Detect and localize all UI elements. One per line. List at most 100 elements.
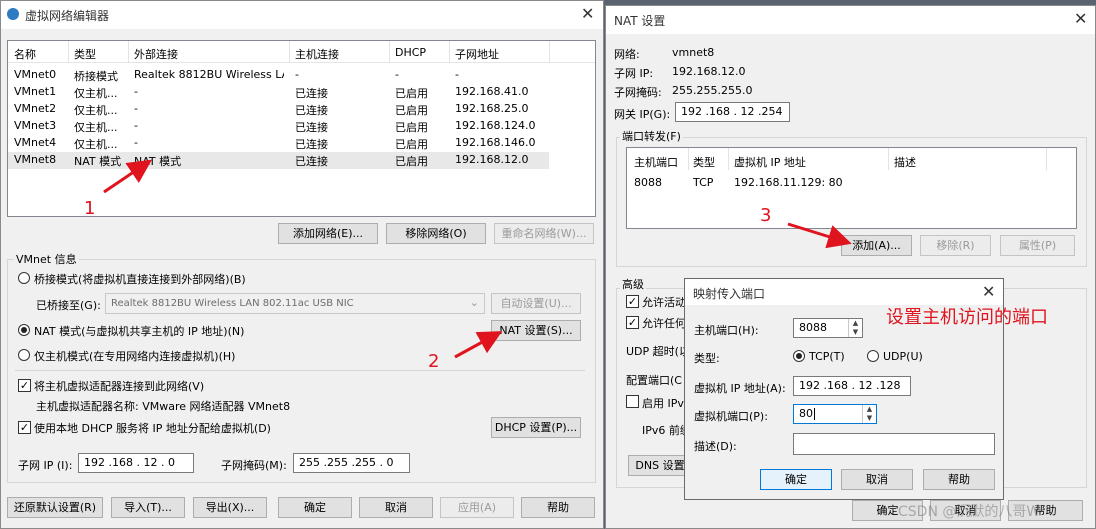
network-list[interactable]: 名称 类型 外部连接 主机连接 DHCP 子网地址 VMnet0 桥接模式 Re… — [7, 40, 596, 217]
bridge-mode-radio[interactable] — [18, 272, 30, 284]
subnet-ip-label: 子网 IP (I): — [18, 459, 73, 472]
host-port-label: 主机端口(H): — [694, 324, 759, 337]
row-cell: 已连接 — [295, 121, 328, 134]
spin-up-icon[interactable]: ▲ — [863, 405, 876, 414]
row-cell: Realtek 8812BU Wireless LA... — [134, 68, 284, 81]
import-button[interactable]: 导入(T)... — [111, 497, 185, 518]
vm-port-spinner[interactable]: ▲ ▼ — [862, 405, 876, 423]
port-forwarding-list[interactable]: 主机端口 类型 虚拟机 IP 地址 描述 8088 TCP 192.168.11… — [626, 147, 1077, 229]
table-row[interactable]: VMnet1 仅主机... - 已连接 已启用 192.168.41.0 — [8, 84, 595, 101]
row-cell: - — [134, 85, 138, 98]
row-cell: 已启用 — [395, 121, 428, 134]
subnet-mask-input[interactable]: 255 .255 .255 . 0 — [293, 453, 410, 473]
bridged-to-label: 已桥接至(G): — [36, 299, 101, 312]
nat-settings-button[interactable]: NAT 设置(S)... — [491, 320, 581, 341]
apply-button[interactable]: 应用(A) — [440, 497, 514, 518]
column-header-dhcp[interactable]: DHCP — [395, 46, 426, 59]
dns-settings-button[interactable]: DNS 设置 — [628, 455, 692, 476]
row-cell: VMnet1 — [14, 85, 57, 98]
vmnet-info-title: VMnet 信息 — [14, 251, 79, 267]
virtual-network-editor-window: 虚拟网络编辑器 ✕ 名称 类型 外部连接 主机连接 DHCP 子网地址 VMne… — [0, 0, 604, 529]
host-only-radio[interactable] — [18, 349, 30, 361]
table-row[interactable]: 8088 TCP 192.168.11.129: 80 — [627, 175, 1076, 192]
column-header-host-port[interactable]: 主机端口 — [634, 154, 678, 170]
restore-defaults-button[interactable]: 还原默认设置(R) — [7, 497, 103, 518]
host-port-input[interactable]: 8088 ▲ ▼ — [793, 318, 863, 338]
remove-network-button[interactable]: 移除网络(O) — [386, 223, 486, 244]
vm-port-value: 80 — [799, 407, 813, 420]
mapping-cancel-button[interactable]: 取消 — [841, 469, 913, 490]
auto-settings-button[interactable]: 自动设置(U)... — [491, 293, 581, 314]
tcp-radio[interactable] — [793, 350, 805, 362]
table-row[interactable]: VMnet0 桥接模式 Realtek 8812BU Wireless LA..… — [8, 67, 595, 84]
table-row[interactable]: VMnet4 仅主机... - 已连接 已启用 192.168.146.0 — [8, 135, 595, 152]
spin-up-icon[interactable]: ▲ — [849, 319, 862, 328]
row-cell: - — [295, 68, 299, 81]
row-cell: 192.168.11.129: 80 — [734, 176, 843, 189]
row-cell: - — [134, 119, 138, 132]
row-cell: VMnet2 — [14, 102, 57, 115]
nat-mode-radio[interactable] — [18, 324, 30, 336]
column-header-type[interactable]: 类型 — [693, 154, 715, 170]
vm-port-input[interactable]: 80 ▲ ▼ — [793, 404, 877, 424]
properties-button[interactable]: 属性(P) — [1000, 235, 1075, 256]
enable-ipv6-checkbox[interactable] — [626, 395, 639, 408]
network-list-header: 名称 类型 外部连接 主机连接 DHCP 子网地址 — [8, 41, 595, 63]
column-header-type[interactable]: 类型 — [74, 46, 96, 62]
help-button[interactable]: 帮助 — [521, 497, 595, 518]
udp-radio[interactable] — [867, 350, 879, 362]
table-row[interactable]: VMnet2 仅主机... - 已连接 已启用 192.168.25.0 — [8, 101, 595, 118]
dhcp-settings-button[interactable]: DHCP 设置(P)... — [491, 417, 581, 438]
spin-down-icon[interactable]: ▼ — [863, 414, 876, 423]
mapping-help-button[interactable]: 帮助 — [923, 469, 995, 490]
column-header-name[interactable]: 名称 — [14, 46, 36, 62]
network-app-icon — [7, 8, 19, 20]
nat-subnet-mask-value: 255.255.255.0 — [672, 84, 753, 97]
add-port-button[interactable]: 添加(A)... — [841, 235, 912, 256]
row-cell: 192.168.146.0 — [455, 136, 536, 149]
gateway-label: 网关 IP(G): — [614, 108, 671, 121]
connect-adapter-checkbox[interactable]: ✓ — [18, 379, 31, 392]
cancel-button[interactable]: 取消 — [359, 497, 433, 518]
table-row-selected[interactable]: VMnet8 NAT 模式 NAT 模式 已连接 已启用 192.168.12.… — [8, 152, 549, 169]
allow-any-checkbox[interactable]: ✓ — [626, 316, 639, 329]
column-header-description[interactable]: 描述 — [894, 154, 916, 170]
row-cell: 已连接 — [295, 155, 328, 168]
rename-network-button[interactable]: 重命名网络(W)... — [494, 223, 594, 244]
mapping-ok-button[interactable]: 确定 — [760, 469, 832, 490]
export-button[interactable]: 导出(X)... — [193, 497, 267, 518]
bridged-to-select[interactable]: Realtek 8812BU Wireless LAN 802.11ac USB… — [105, 293, 485, 314]
use-dhcp-checkbox[interactable]: ✓ — [18, 421, 31, 434]
column-header-host[interactable]: 主机连接 — [295, 46, 339, 62]
close-icon[interactable]: ✕ — [982, 283, 995, 301]
host-port-spinner[interactable]: ▲ ▼ — [848, 319, 862, 337]
row-cell: - — [395, 68, 399, 81]
udp-label: UDP(U) — [883, 350, 923, 363]
table-row[interactable]: VMnet3 仅主机... - 已连接 已启用 192.168.124.0 — [8, 118, 595, 135]
host-only-label: 仅主机模式(在专用网络内连接虚拟机)(H) — [34, 350, 236, 363]
gateway-input[interactable]: 192 .168 . 12 .254 — [675, 102, 790, 122]
row-cell: - — [134, 102, 138, 115]
vm-ip-input[interactable]: 192 .168 . 12 .128 — [793, 376, 911, 396]
row-cell: - — [455, 68, 459, 81]
add-network-button[interactable]: 添加网络(E)... — [278, 223, 378, 244]
column-header-external[interactable]: 外部连接 — [134, 46, 178, 62]
close-icon[interactable]: ✕ — [1074, 10, 1087, 28]
column-header-subnet[interactable]: 子网地址 — [455, 46, 499, 62]
column-header-vm-ip[interactable]: 虚拟机 IP 地址 — [734, 154, 806, 170]
row-cell: 已启用 — [395, 138, 428, 151]
ok-button[interactable]: 确定 — [278, 497, 352, 518]
description-input[interactable] — [793, 433, 995, 455]
editor-title: 虚拟网络编辑器 — [25, 9, 110, 23]
row-cell: 仅主机... — [74, 138, 118, 151]
allow-active-checkbox[interactable]: ✓ — [626, 295, 639, 308]
spin-down-icon[interactable]: ▼ — [849, 328, 862, 337]
subnet-ip-input[interactable]: 192 .168 . 12 . 0 — [78, 453, 194, 473]
annotation-note: 设置主机访问的端口 — [886, 307, 1048, 328]
enable-ipv6-label: 启用 IPv — [642, 397, 684, 410]
annotation-step2: 2 — [428, 351, 440, 372]
row-cell: 已启用 — [395, 104, 428, 117]
close-icon[interactable]: ✕ — [581, 5, 594, 23]
vm-ip-label: 虚拟机 IP 地址(A): — [694, 382, 786, 395]
remove-port-button[interactable]: 移除(R) — [920, 235, 991, 256]
